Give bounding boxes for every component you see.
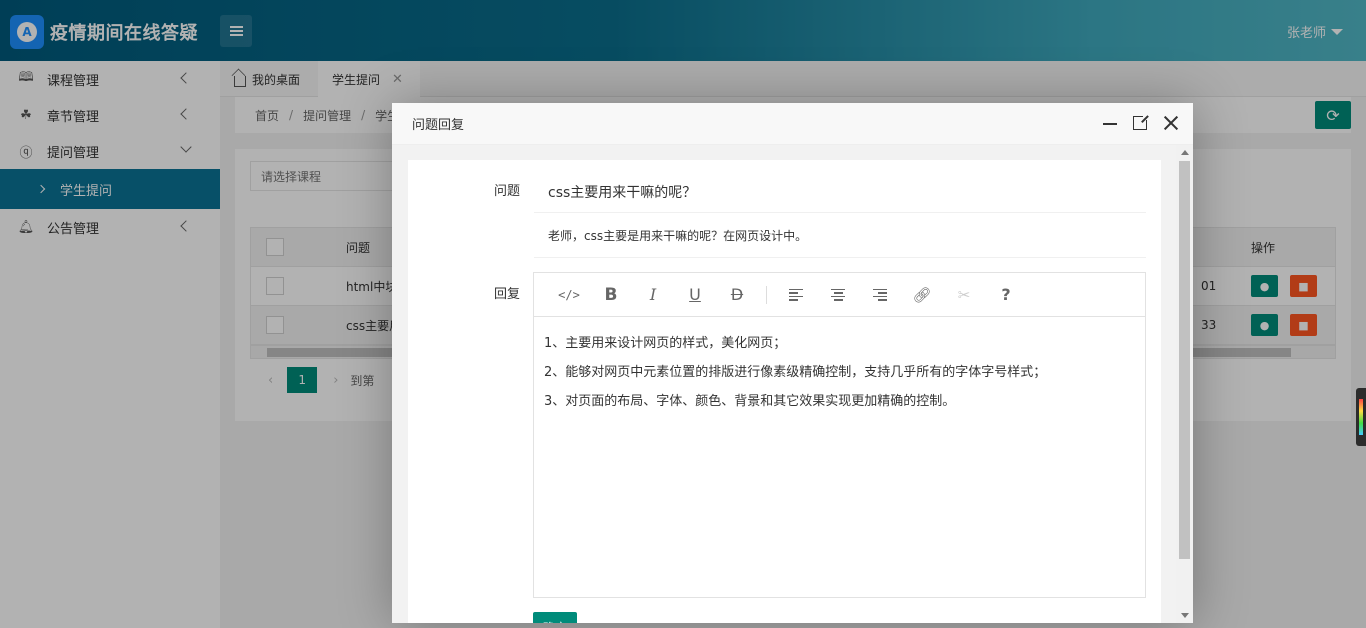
reply-line: 2、能够对网页中元素位置的排版进行像素级精确控制，支持几乎所有的字体字号样式； (544, 365, 1047, 380)
reply-editor: </> B I U D 🔗︎ ✂ ? 1、主要用来设计网页的样式，美化网页； 2… (533, 272, 1146, 598)
submit-button[interactable]: 确定 (533, 612, 577, 623)
question-label: 问题 (494, 184, 521, 199)
link-icon: 🔗︎ (912, 285, 932, 304)
editor-content-area[interactable]: 1、主要用来设计网页的样式，美化网页； 2、能够对网页中元素位置的排版进行像素级… (534, 317, 1145, 428)
reply-line: 3、对页面的布局、字体、颜色、背景和其它效果实现更加精确的控制。 (544, 394, 956, 409)
scrollbar-thumb[interactable] (1179, 161, 1190, 559)
align-center-icon (831, 288, 845, 301)
align-left-button[interactable] (775, 280, 817, 310)
modal-vertical-scrollbar[interactable] (1176, 145, 1193, 623)
align-left-icon (789, 288, 803, 301)
unlink-icon: ✂ (957, 285, 971, 304)
code-view-button[interactable]: </> (548, 280, 590, 310)
italic-button[interactable]: I (632, 280, 674, 310)
modal-title: 问题回复 (412, 118, 465, 133)
align-right-button[interactable] (859, 280, 901, 310)
level-meter-icon (1359, 399, 1363, 435)
modal-controls (1103, 113, 1179, 131)
scroll-down-icon[interactable] (1181, 613, 1189, 618)
question-title: css主要用来干嘛的呢？ (548, 185, 697, 201)
maximize-icon[interactable] (1133, 113, 1150, 130)
strikethrough-button[interactable]: D (716, 280, 758, 310)
question-detail: 老师，css主要是用来干嘛的呢？在网页设计中。 (534, 212, 1146, 258)
reply-label: 回复 (494, 287, 521, 302)
modal-header: 问题回复 (392, 103, 1193, 145)
minimize-icon[interactable] (1103, 123, 1117, 125)
edge-widget[interactable] (1356, 388, 1366, 446)
reply-line: 1、主要用来设计网页的样式，美化网页； (544, 336, 787, 351)
insert-link-button[interactable]: 🔗︎ (901, 280, 943, 310)
close-icon[interactable] (1163, 115, 1179, 131)
align-right-icon (873, 288, 887, 301)
bold-button[interactable]: B (590, 280, 632, 310)
toolbar-divider (766, 285, 767, 304)
remove-link-button[interactable]: ✂ (943, 280, 985, 310)
help-button[interactable]: ? (985, 280, 1027, 310)
scroll-up-icon[interactable] (1181, 150, 1189, 155)
align-center-button[interactable] (817, 280, 859, 310)
modal-body: 问题 css主要用来干嘛的呢？ 老师，css主要是用来干嘛的呢？在网页设计中。 … (408, 160, 1161, 623)
reply-modal: 问题回复 问题 css主要用来干嘛的呢？ 老师，css主要是用来干嘛的呢？在网页… (392, 103, 1193, 623)
editor-toolbar: </> B I U D 🔗︎ ✂ ? (534, 273, 1145, 317)
underline-button[interactable]: U (674, 280, 716, 310)
